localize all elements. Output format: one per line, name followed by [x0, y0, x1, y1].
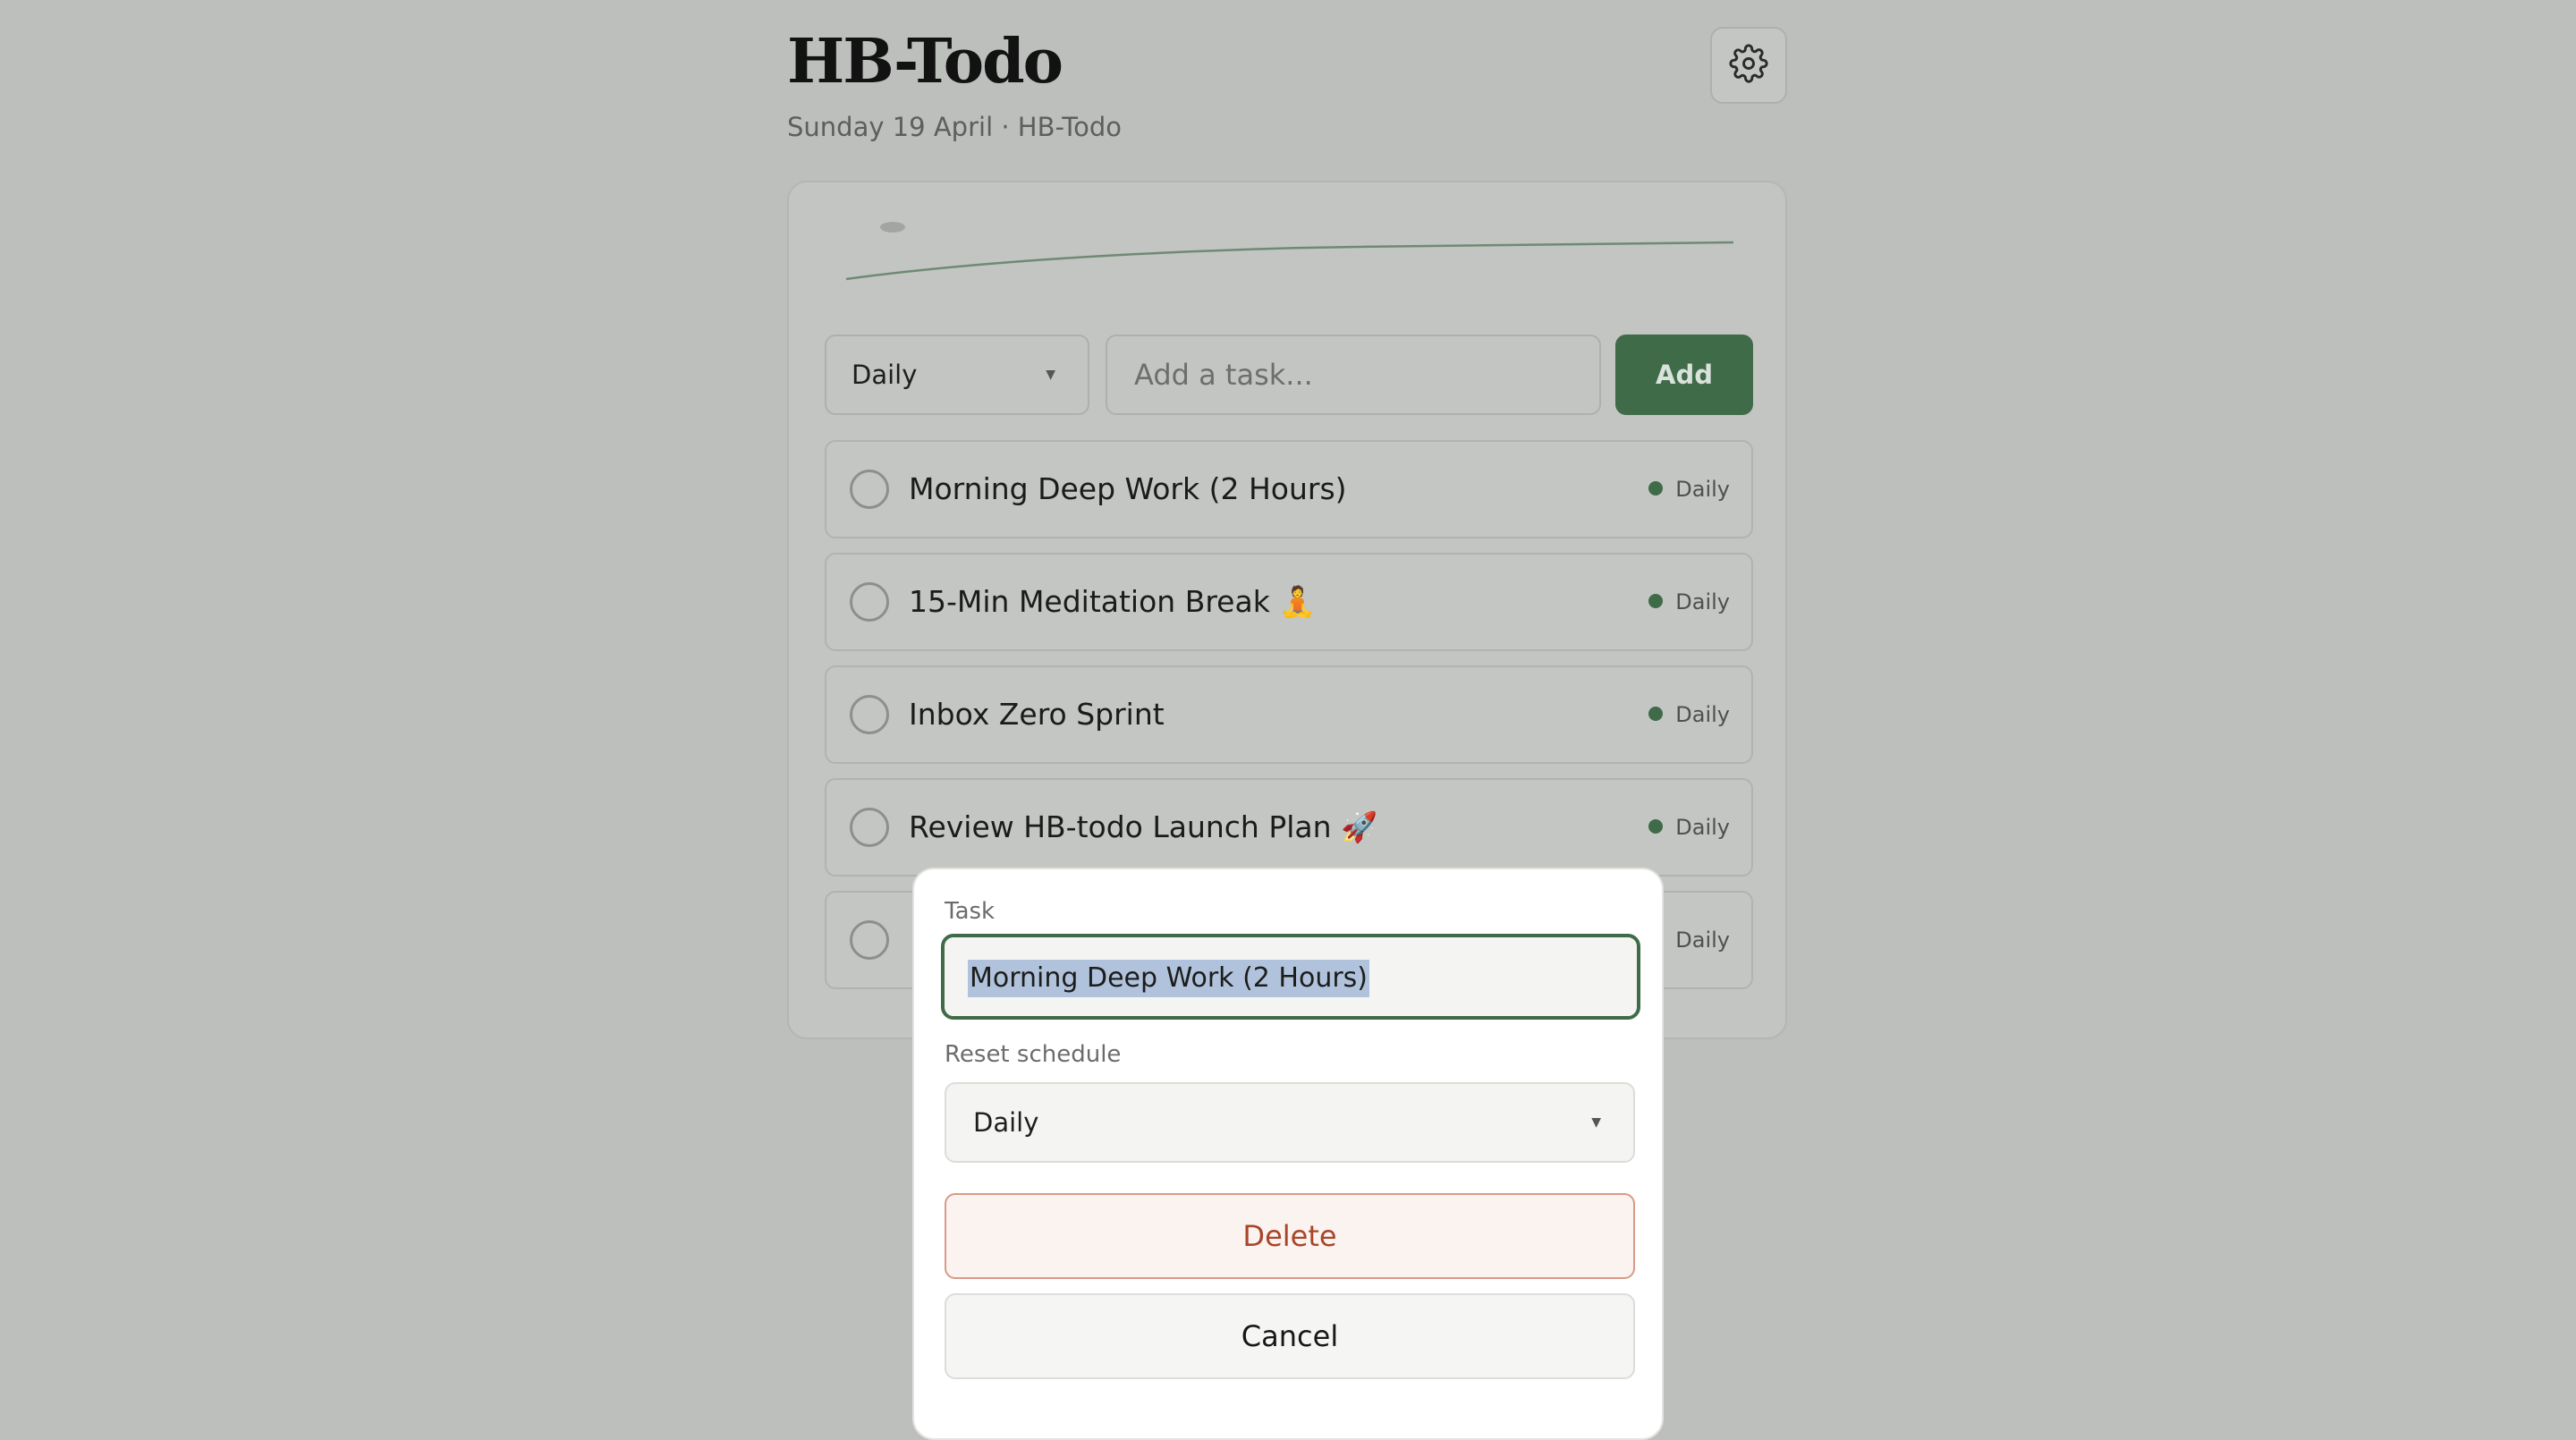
task-text: Morning Deep Work (2 Hours) — [909, 471, 1347, 506]
status-dot-icon — [1648, 481, 1664, 496]
task-checkbox[interactable] — [850, 695, 889, 734]
chevron-down-icon: ▼ — [1591, 1115, 1601, 1130]
schedule-tag-label: Daily — [1675, 477, 1730, 502]
task-text: 15-Min Meditation Break 🧘 — [909, 584, 1317, 619]
schedule-select-value: Daily — [852, 360, 918, 390]
task-text: Inbox Zero Sprint — [909, 697, 1165, 732]
reset-schedule-label: Reset schedule — [945, 1041, 1122, 1068]
page-subtitle: Sunday 19 April · HB-Todo — [787, 112, 1122, 142]
schedule-tag: Daily — [1648, 780, 1730, 875]
schedule-tag-label: Daily — [1675, 928, 1730, 953]
edit-task-input[interactable]: Morning Deep Work (2 Hours) — [941, 934, 1640, 1020]
sparkline-line — [845, 241, 1734, 281]
delete-button[interactable]: Delete — [945, 1193, 1635, 1279]
reset-schedule-select[interactable]: Daily ▼ — [945, 1082, 1635, 1163]
gear-icon — [1729, 44, 1768, 87]
schedule-tag-label: Daily — [1675, 815, 1730, 840]
schedule-tag: Daily — [1648, 667, 1730, 762]
task-field-label: Task — [945, 898, 996, 925]
edit-task-input-value: Morning Deep Work (2 Hours) — [968, 960, 1370, 997]
task-item[interactable]: Inbox Zero Sprint Daily — [825, 665, 1753, 764]
task-text: Review HB-todo Launch Plan 🚀 — [909, 809, 1378, 844]
page-title: HB-Todo — [787, 26, 1063, 97]
cancel-button[interactable]: Cancel — [945, 1293, 1635, 1379]
schedule-select[interactable]: Daily ▼ — [825, 335, 1089, 415]
task-checkbox[interactable] — [850, 470, 889, 509]
sparkline-marker — [880, 222, 905, 233]
reset-schedule-value: Daily — [973, 1107, 1039, 1138]
schedule-tag-label: Daily — [1675, 702, 1730, 727]
schedule-tag: Daily — [1648, 555, 1730, 649]
chevron-down-icon: ▼ — [1046, 368, 1055, 382]
task-checkbox[interactable] — [850, 808, 889, 847]
progress-sparkline — [845, 222, 1734, 281]
settings-button[interactable] — [1710, 27, 1787, 104]
task-item[interactable]: Morning Deep Work (2 Hours) Daily — [825, 440, 1753, 538]
schedule-tag-label: Daily — [1675, 589, 1730, 614]
status-dot-icon — [1648, 594, 1664, 608]
schedule-tag: Daily — [1648, 442, 1730, 537]
add-button[interactable]: Add — [1615, 335, 1753, 415]
task-checkbox[interactable] — [850, 582, 889, 622]
task-checkbox[interactable] — [850, 920, 889, 960]
status-dot-icon — [1648, 707, 1664, 721]
add-task-row: Daily ▼ Add — [825, 335, 1753, 415]
edit-task-dialog: Task Morning Deep Work (2 Hours) Reset s… — [912, 868, 1664, 1440]
task-item[interactable]: 15-Min Meditation Break 🧘 Daily — [825, 553, 1753, 651]
status-dot-icon — [1648, 819, 1664, 834]
task-item[interactable]: Review HB-todo Launch Plan 🚀 Daily — [825, 778, 1753, 877]
add-task-input[interactable] — [1106, 335, 1601, 415]
